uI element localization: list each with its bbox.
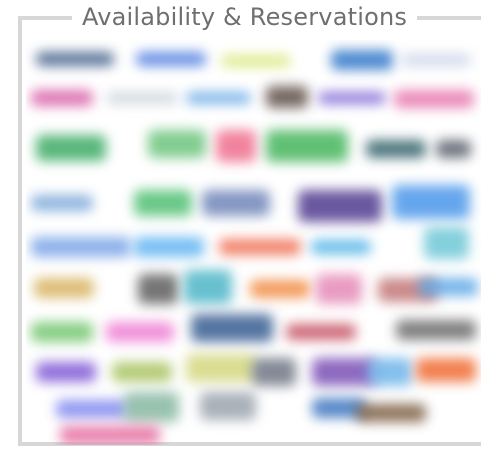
logo-tile: [31, 90, 93, 106]
logo-tile: [396, 320, 476, 340]
logo-tile: [436, 140, 471, 158]
logo-tile: [186, 354, 256, 382]
logo-tile: [106, 92, 178, 104]
logo-tile: [424, 227, 469, 259]
logo-tile: [368, 358, 412, 386]
logo-tile: [219, 239, 301, 255]
logo-tile: [134, 190, 192, 216]
logo-tile: [356, 404, 426, 422]
logo-tile: [138, 274, 178, 304]
logo-tile: [286, 324, 356, 340]
logo-tile: [36, 135, 106, 161]
logo-tile: [31, 237, 131, 257]
logo-tile: [124, 392, 179, 422]
logo-tile: [186, 92, 251, 104]
logo-tile: [112, 362, 172, 382]
logo-tile: [392, 185, 470, 219]
logo-tile: [202, 190, 270, 216]
logo-tile: [250, 280, 310, 298]
logo-tile: [106, 322, 174, 342]
logo-tile: [266, 86, 308, 108]
logo-tile: [312, 358, 376, 386]
logo-tile: [56, 400, 128, 418]
logo-tile: [331, 50, 393, 70]
logo-tile: [416, 358, 476, 382]
logo-tile: [394, 90, 474, 108]
logo-tile: [316, 274, 362, 304]
logo-tile: [31, 322, 93, 342]
logo-tile: [36, 52, 114, 66]
logo-tile: [136, 52, 206, 66]
logo-tile: [184, 270, 232, 304]
logo-tile: [200, 392, 256, 420]
section-title: Availability & Reservations: [82, 3, 408, 31]
logo-tile: [134, 237, 204, 257]
logo-tile: [266, 130, 348, 162]
logo-tile: [366, 140, 426, 158]
logo-tile: [36, 362, 96, 382]
logo-tile: [216, 130, 256, 162]
logo-tile: [252, 358, 296, 386]
logo-tile: [191, 314, 273, 342]
logo-tile: [221, 55, 291, 67]
logo-tile: [311, 240, 371, 254]
logo-tile: [418, 278, 478, 296]
logo-tile: [60, 426, 160, 444]
logo-tile: [34, 278, 94, 298]
logo-tile: [31, 195, 93, 211]
section-title-wrap: Availability & Reservations: [72, 0, 418, 34]
logo-tile: [148, 130, 206, 158]
logo-tile: [401, 54, 471, 66]
partner-logo-grid: [26, 40, 481, 445]
logo-tile: [298, 190, 382, 222]
logo-tile: [318, 92, 386, 104]
